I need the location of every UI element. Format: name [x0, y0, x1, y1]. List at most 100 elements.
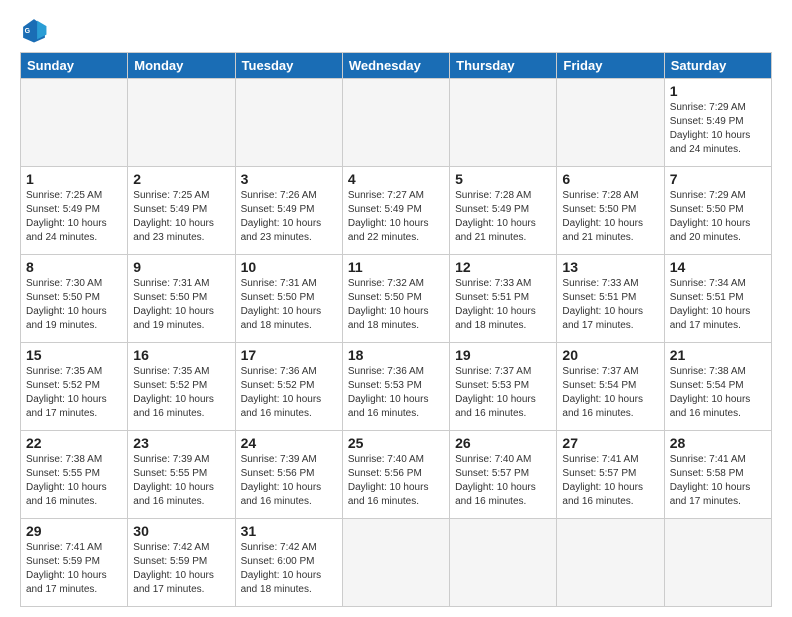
day-number: 8: [26, 259, 122, 275]
calendar-day-cell: 14 Sunrise: 7:34 AM Sunset: 5:51 PM Dayl…: [664, 255, 771, 343]
day-number: 7: [670, 171, 766, 187]
day-number: 2: [133, 171, 229, 187]
calendar-day-cell: 23 Sunrise: 7:39 AM Sunset: 5:55 PM Dayl…: [128, 431, 235, 519]
calendar-day-cell: 3 Sunrise: 7:26 AM Sunset: 5:49 PM Dayli…: [235, 167, 342, 255]
day-number: 31: [241, 523, 337, 539]
day-info: Sunrise: 7:29 AM Sunset: 5:50 PM Dayligh…: [670, 189, 766, 245]
calendar-day-cell: 20 Sunrise: 7:37 AM Sunset: 5:54 PM Dayl…: [557, 343, 664, 431]
calendar-day-cell: 21 Sunrise: 7:38 AM Sunset: 5:54 PM Dayl…: [664, 343, 771, 431]
calendar-header-saturday: Saturday: [664, 53, 771, 79]
calendar-week-row: 1 Sunrise: 7:25 AM Sunset: 5:49 PM Dayli…: [21, 167, 772, 255]
day-number: 26: [455, 435, 551, 451]
calendar-day-cell: [342, 519, 449, 607]
calendar-week-row: 1 Sunrise: 7:29 AM Sunset: 5:49 PM Dayli…: [21, 79, 772, 167]
day-info: Sunrise: 7:29 AM Sunset: 5:49 PM Dayligh…: [670, 101, 766, 157]
day-number: 25: [348, 435, 444, 451]
day-number: 5: [455, 171, 551, 187]
calendar-day-cell: 10 Sunrise: 7:31 AM Sunset: 5:50 PM Dayl…: [235, 255, 342, 343]
calendar-day-cell: 28 Sunrise: 7:41 AM Sunset: 5:58 PM Dayl…: [664, 431, 771, 519]
day-number: 12: [455, 259, 551, 275]
logo-icon: G: [20, 16, 48, 44]
calendar-day-cell: 5 Sunrise: 7:28 AM Sunset: 5:49 PM Dayli…: [450, 167, 557, 255]
day-info: Sunrise: 7:35 AM Sunset: 5:52 PM Dayligh…: [26, 365, 122, 421]
day-info: Sunrise: 7:39 AM Sunset: 5:55 PM Dayligh…: [133, 453, 229, 509]
day-number: 16: [133, 347, 229, 363]
calendar-day-cell: 24 Sunrise: 7:39 AM Sunset: 5:56 PM Dayl…: [235, 431, 342, 519]
svg-text:G: G: [25, 28, 31, 35]
calendar-week-row: 8 Sunrise: 7:30 AM Sunset: 5:50 PM Dayli…: [21, 255, 772, 343]
calendar-header-tuesday: Tuesday: [235, 53, 342, 79]
day-number: 3: [241, 171, 337, 187]
day-number: 19: [455, 347, 551, 363]
day-number: 22: [26, 435, 122, 451]
calendar-day-cell: 13 Sunrise: 7:33 AM Sunset: 5:51 PM Dayl…: [557, 255, 664, 343]
calendar-body: 1 Sunrise: 7:29 AM Sunset: 5:49 PM Dayli…: [21, 79, 772, 607]
calendar-day-cell: [557, 79, 664, 167]
day-number: 23: [133, 435, 229, 451]
calendar-day-cell: 4 Sunrise: 7:27 AM Sunset: 5:49 PM Dayli…: [342, 167, 449, 255]
calendar-day-cell: [21, 79, 128, 167]
calendar-day-cell: 17 Sunrise: 7:36 AM Sunset: 5:52 PM Dayl…: [235, 343, 342, 431]
day-info: Sunrise: 7:31 AM Sunset: 5:50 PM Dayligh…: [133, 277, 229, 333]
calendar: SundayMondayTuesdayWednesdayThursdayFrid…: [20, 52, 772, 607]
calendar-day-cell: [557, 519, 664, 607]
calendar-day-cell: 18 Sunrise: 7:36 AM Sunset: 5:53 PM Dayl…: [342, 343, 449, 431]
day-info: Sunrise: 7:37 AM Sunset: 5:54 PM Dayligh…: [562, 365, 658, 421]
calendar-day-cell: 1 Sunrise: 7:25 AM Sunset: 5:49 PM Dayli…: [21, 167, 128, 255]
day-info: Sunrise: 7:27 AM Sunset: 5:49 PM Dayligh…: [348, 189, 444, 245]
day-info: Sunrise: 7:42 AM Sunset: 5:59 PM Dayligh…: [133, 541, 229, 597]
calendar-day-cell: 16 Sunrise: 7:35 AM Sunset: 5:52 PM Dayl…: [128, 343, 235, 431]
calendar-day-cell: [450, 519, 557, 607]
day-info: Sunrise: 7:34 AM Sunset: 5:51 PM Dayligh…: [670, 277, 766, 333]
day-info: Sunrise: 7:36 AM Sunset: 5:53 PM Dayligh…: [348, 365, 444, 421]
day-number: 14: [670, 259, 766, 275]
header: G: [20, 16, 772, 44]
day-number: 24: [241, 435, 337, 451]
calendar-day-cell: [235, 79, 342, 167]
day-info: Sunrise: 7:38 AM Sunset: 5:54 PM Dayligh…: [670, 365, 766, 421]
calendar-day-cell: [342, 79, 449, 167]
calendar-day-cell: 31 Sunrise: 7:42 AM Sunset: 6:00 PM Dayl…: [235, 519, 342, 607]
calendar-day-cell: 30 Sunrise: 7:42 AM Sunset: 5:59 PM Dayl…: [128, 519, 235, 607]
day-info: Sunrise: 7:32 AM Sunset: 5:50 PM Dayligh…: [348, 277, 444, 333]
day-info: Sunrise: 7:25 AM Sunset: 5:49 PM Dayligh…: [26, 189, 122, 245]
calendar-day-cell: 22 Sunrise: 7:38 AM Sunset: 5:55 PM Dayl…: [21, 431, 128, 519]
calendar-header-sunday: Sunday: [21, 53, 128, 79]
calendar-day-cell: 27 Sunrise: 7:41 AM Sunset: 5:57 PM Dayl…: [557, 431, 664, 519]
calendar-day-cell: 19 Sunrise: 7:37 AM Sunset: 5:53 PM Dayl…: [450, 343, 557, 431]
day-number: 6: [562, 171, 658, 187]
calendar-day-cell: 15 Sunrise: 7:35 AM Sunset: 5:52 PM Dayl…: [21, 343, 128, 431]
calendar-header-wednesday: Wednesday: [342, 53, 449, 79]
calendar-day-cell: [450, 79, 557, 167]
calendar-day-cell: [128, 79, 235, 167]
day-info: Sunrise: 7:41 AM Sunset: 5:57 PM Dayligh…: [562, 453, 658, 509]
calendar-header-friday: Friday: [557, 53, 664, 79]
day-info: Sunrise: 7:39 AM Sunset: 5:56 PM Dayligh…: [241, 453, 337, 509]
day-info: Sunrise: 7:37 AM Sunset: 5:53 PM Dayligh…: [455, 365, 551, 421]
day-info: Sunrise: 7:25 AM Sunset: 5:49 PM Dayligh…: [133, 189, 229, 245]
day-info: Sunrise: 7:28 AM Sunset: 5:49 PM Dayligh…: [455, 189, 551, 245]
day-info: Sunrise: 7:40 AM Sunset: 5:56 PM Dayligh…: [348, 453, 444, 509]
day-info: Sunrise: 7:33 AM Sunset: 5:51 PM Dayligh…: [455, 277, 551, 333]
page: G SundayMondayTuesdayWednesdayThursdayFr…: [0, 0, 792, 617]
day-number: 27: [562, 435, 658, 451]
day-number: 9: [133, 259, 229, 275]
day-number: 21: [670, 347, 766, 363]
day-info: Sunrise: 7:26 AM Sunset: 5:49 PM Dayligh…: [241, 189, 337, 245]
calendar-day-cell: 12 Sunrise: 7:33 AM Sunset: 5:51 PM Dayl…: [450, 255, 557, 343]
day-number: 4: [348, 171, 444, 187]
calendar-day-cell: 29 Sunrise: 7:41 AM Sunset: 5:59 PM Dayl…: [21, 519, 128, 607]
day-number: 15: [26, 347, 122, 363]
calendar-day-cell: 7 Sunrise: 7:29 AM Sunset: 5:50 PM Dayli…: [664, 167, 771, 255]
day-info: Sunrise: 7:41 AM Sunset: 5:59 PM Dayligh…: [26, 541, 122, 597]
day-info: Sunrise: 7:40 AM Sunset: 5:57 PM Dayligh…: [455, 453, 551, 509]
day-number: 11: [348, 259, 444, 275]
calendar-day-cell: 8 Sunrise: 7:30 AM Sunset: 5:50 PM Dayli…: [21, 255, 128, 343]
calendar-day-cell: 26 Sunrise: 7:40 AM Sunset: 5:57 PM Dayl…: [450, 431, 557, 519]
day-number: 17: [241, 347, 337, 363]
day-info: Sunrise: 7:28 AM Sunset: 5:50 PM Dayligh…: [562, 189, 658, 245]
day-info: Sunrise: 7:36 AM Sunset: 5:52 PM Dayligh…: [241, 365, 337, 421]
calendar-day-cell: 6 Sunrise: 7:28 AM Sunset: 5:50 PM Dayli…: [557, 167, 664, 255]
day-info: Sunrise: 7:30 AM Sunset: 5:50 PM Dayligh…: [26, 277, 122, 333]
calendar-day-cell: [664, 519, 771, 607]
